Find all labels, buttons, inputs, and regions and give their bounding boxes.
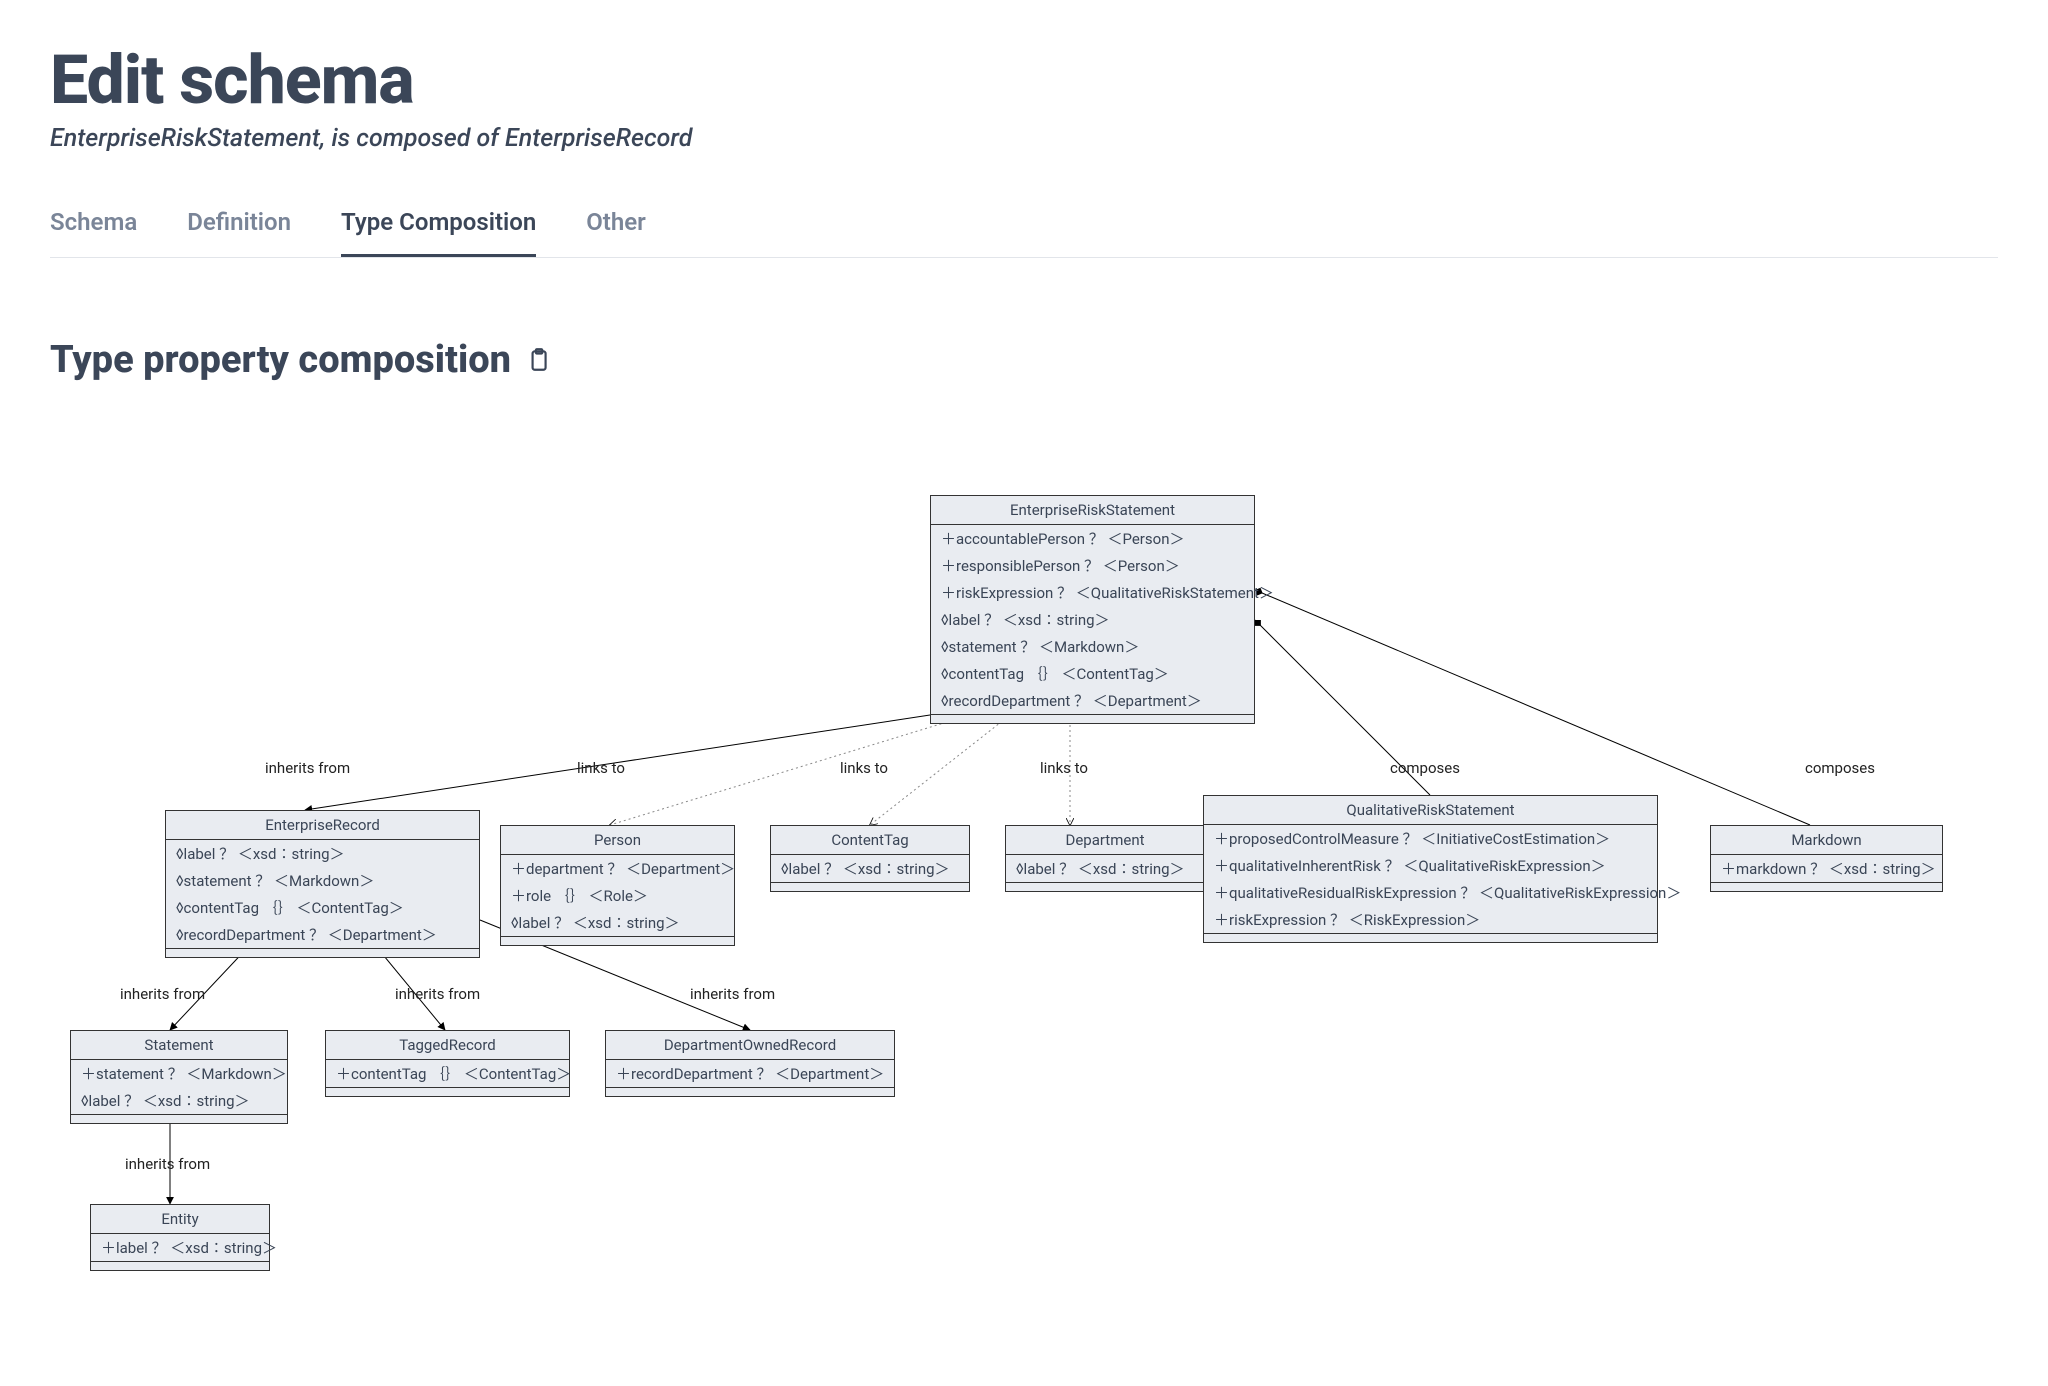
node-markdown[interactable]: Markdown ＋markdown ？ ＜xsd∶string＞: [1710, 825, 1943, 892]
clipboard-icon[interactable]: [525, 347, 551, 373]
node-content-tag[interactable]: ContentTag ◊label ？ ＜xsd∶string＞: [770, 825, 970, 892]
edge-label-inherits: inherits from: [120, 985, 205, 1003]
node-prop: ◊recordDepartment ？ ＜Department＞: [166, 921, 479, 948]
edge-label-links: links to: [840, 759, 888, 777]
node-prop: ＋markdown ？ ＜xsd∶string＞: [1711, 855, 1942, 882]
node-department[interactable]: Department ◊label ？ ＜xsd∶string＞: [1005, 825, 1205, 892]
node-department-owned-record[interactable]: DepartmentOwnedRecord ＋recordDepartment …: [605, 1030, 895, 1097]
node-title: EnterpriseRiskStatement: [931, 496, 1254, 525]
node-title: ContentTag: [771, 826, 969, 855]
node-prop: ＋responsiblePerson ？ ＜Person＞: [931, 552, 1254, 579]
tab-type-composition[interactable]: Type Composition: [341, 208, 536, 257]
tab-definition[interactable]: Definition: [187, 208, 291, 257]
node-title: Markdown: [1711, 826, 1942, 855]
tabs: Schema Definition Type Composition Other: [50, 208, 1998, 258]
node-title: Department: [1006, 826, 1204, 855]
node-title: Statement: [71, 1031, 287, 1060]
page-title: Edit schema: [50, 40, 1998, 120]
node-prop: ＋label ？ ＜xsd∶string＞: [91, 1234, 269, 1261]
page-subtitle: EnterpriseRiskStatement, is composed of …: [50, 124, 1998, 153]
node-prop: ◊contentTag ｛｝ ＜ContentTag＞: [931, 660, 1254, 687]
tab-schema[interactable]: Schema: [50, 208, 137, 257]
node-title: Person: [501, 826, 734, 855]
edge-label-links: links to: [1040, 759, 1088, 777]
edge-label-composes: composes: [1390, 759, 1460, 777]
node-prop: ◊recordDepartment ？ ＜Department＞: [931, 687, 1254, 714]
node-title: QualitativeRiskStatement: [1204, 796, 1657, 825]
node-prop: ＋qualitativeInherentRisk ？ ＜QualitativeR…: [1204, 852, 1657, 879]
node-prop: ＋contentTag ｛｝ ＜ContentTag＞: [326, 1060, 569, 1087]
node-prop: ＋department ？ ＜Department＞: [501, 855, 734, 882]
node-prop: ◊label ？ ＜xsd∶string＞: [71, 1087, 287, 1114]
node-prop: ＋qualitativeResidualRiskExpression ？ ＜Qu…: [1204, 879, 1657, 906]
node-prop: ＋proposedControlMeasure ？ ＜InitiativeCos…: [1204, 825, 1657, 852]
node-prop: ◊label ？ ＜xsd∶string＞: [931, 606, 1254, 633]
edge-label-inherits: inherits from: [125, 1155, 210, 1173]
node-prop: ◊label ？ ＜xsd∶string＞: [166, 840, 479, 867]
node-title: Entity: [91, 1205, 269, 1234]
node-prop: ◊statement ？ ＜Markdown＞: [931, 633, 1254, 660]
diagram-canvas[interactable]: inherits from links to links to links to…: [50, 490, 1998, 1340]
node-prop: ＋recordDepartment ？ ＜Department＞: [606, 1060, 894, 1087]
node-title: DepartmentOwnedRecord: [606, 1031, 894, 1060]
node-prop: ◊contentTag ｛｝ ＜ContentTag＞: [166, 894, 479, 921]
node-qualitative-risk-statement[interactable]: QualitativeRiskStatement ＋proposedContro…: [1203, 795, 1658, 943]
node-prop: ◊label ？ ＜xsd∶string＞: [771, 855, 969, 882]
edge-label-inherits: inherits from: [395, 985, 480, 1003]
edge-label-composes: composes: [1805, 759, 1875, 777]
node-entity[interactable]: Entity ＋label ？ ＜xsd∶string＞: [90, 1204, 270, 1271]
node-person[interactable]: Person ＋department ？ ＜Department＞ ＋role …: [500, 825, 735, 946]
node-prop: ＋riskExpression ？ ＜RiskExpression＞: [1204, 906, 1657, 933]
node-prop: ◊label ？ ＜xsd∶string＞: [1006, 855, 1204, 882]
node-title: TaggedRecord: [326, 1031, 569, 1060]
edge-label-inherits: inherits from: [265, 759, 350, 777]
node-prop: ＋riskExpression ？ ＜QualitativeRiskStatem…: [931, 579, 1254, 606]
section-title: Type property composition: [50, 338, 511, 382]
node-title: EnterpriseRecord: [166, 811, 479, 840]
node-enterprise-record[interactable]: EnterpriseRecord ◊label ？ ＜xsd∶string＞ ◊…: [165, 810, 480, 958]
node-prop: ◊label ？ ＜xsd∶string＞: [501, 909, 734, 936]
tab-other[interactable]: Other: [586, 208, 646, 257]
edge-label-links: links to: [577, 759, 625, 777]
node-prop: ＋statement ？ ＜Markdown＞: [71, 1060, 287, 1087]
node-statement[interactable]: Statement ＋statement ？ ＜Markdown＞ ◊label…: [70, 1030, 288, 1124]
node-tagged-record[interactable]: TaggedRecord ＋contentTag ｛｝ ＜ContentTag＞: [325, 1030, 570, 1097]
node-prop: ＋role ｛｝ ＜Role＞: [501, 882, 734, 909]
node-prop: ＋accountablePerson ？ ＜Person＞: [931, 525, 1254, 552]
node-prop: ◊statement ？ ＜Markdown＞: [166, 867, 479, 894]
edge-label-inherits: inherits from: [690, 985, 775, 1003]
node-enterprise-risk-statement[interactable]: EnterpriseRiskStatement ＋accountablePers…: [930, 495, 1255, 724]
